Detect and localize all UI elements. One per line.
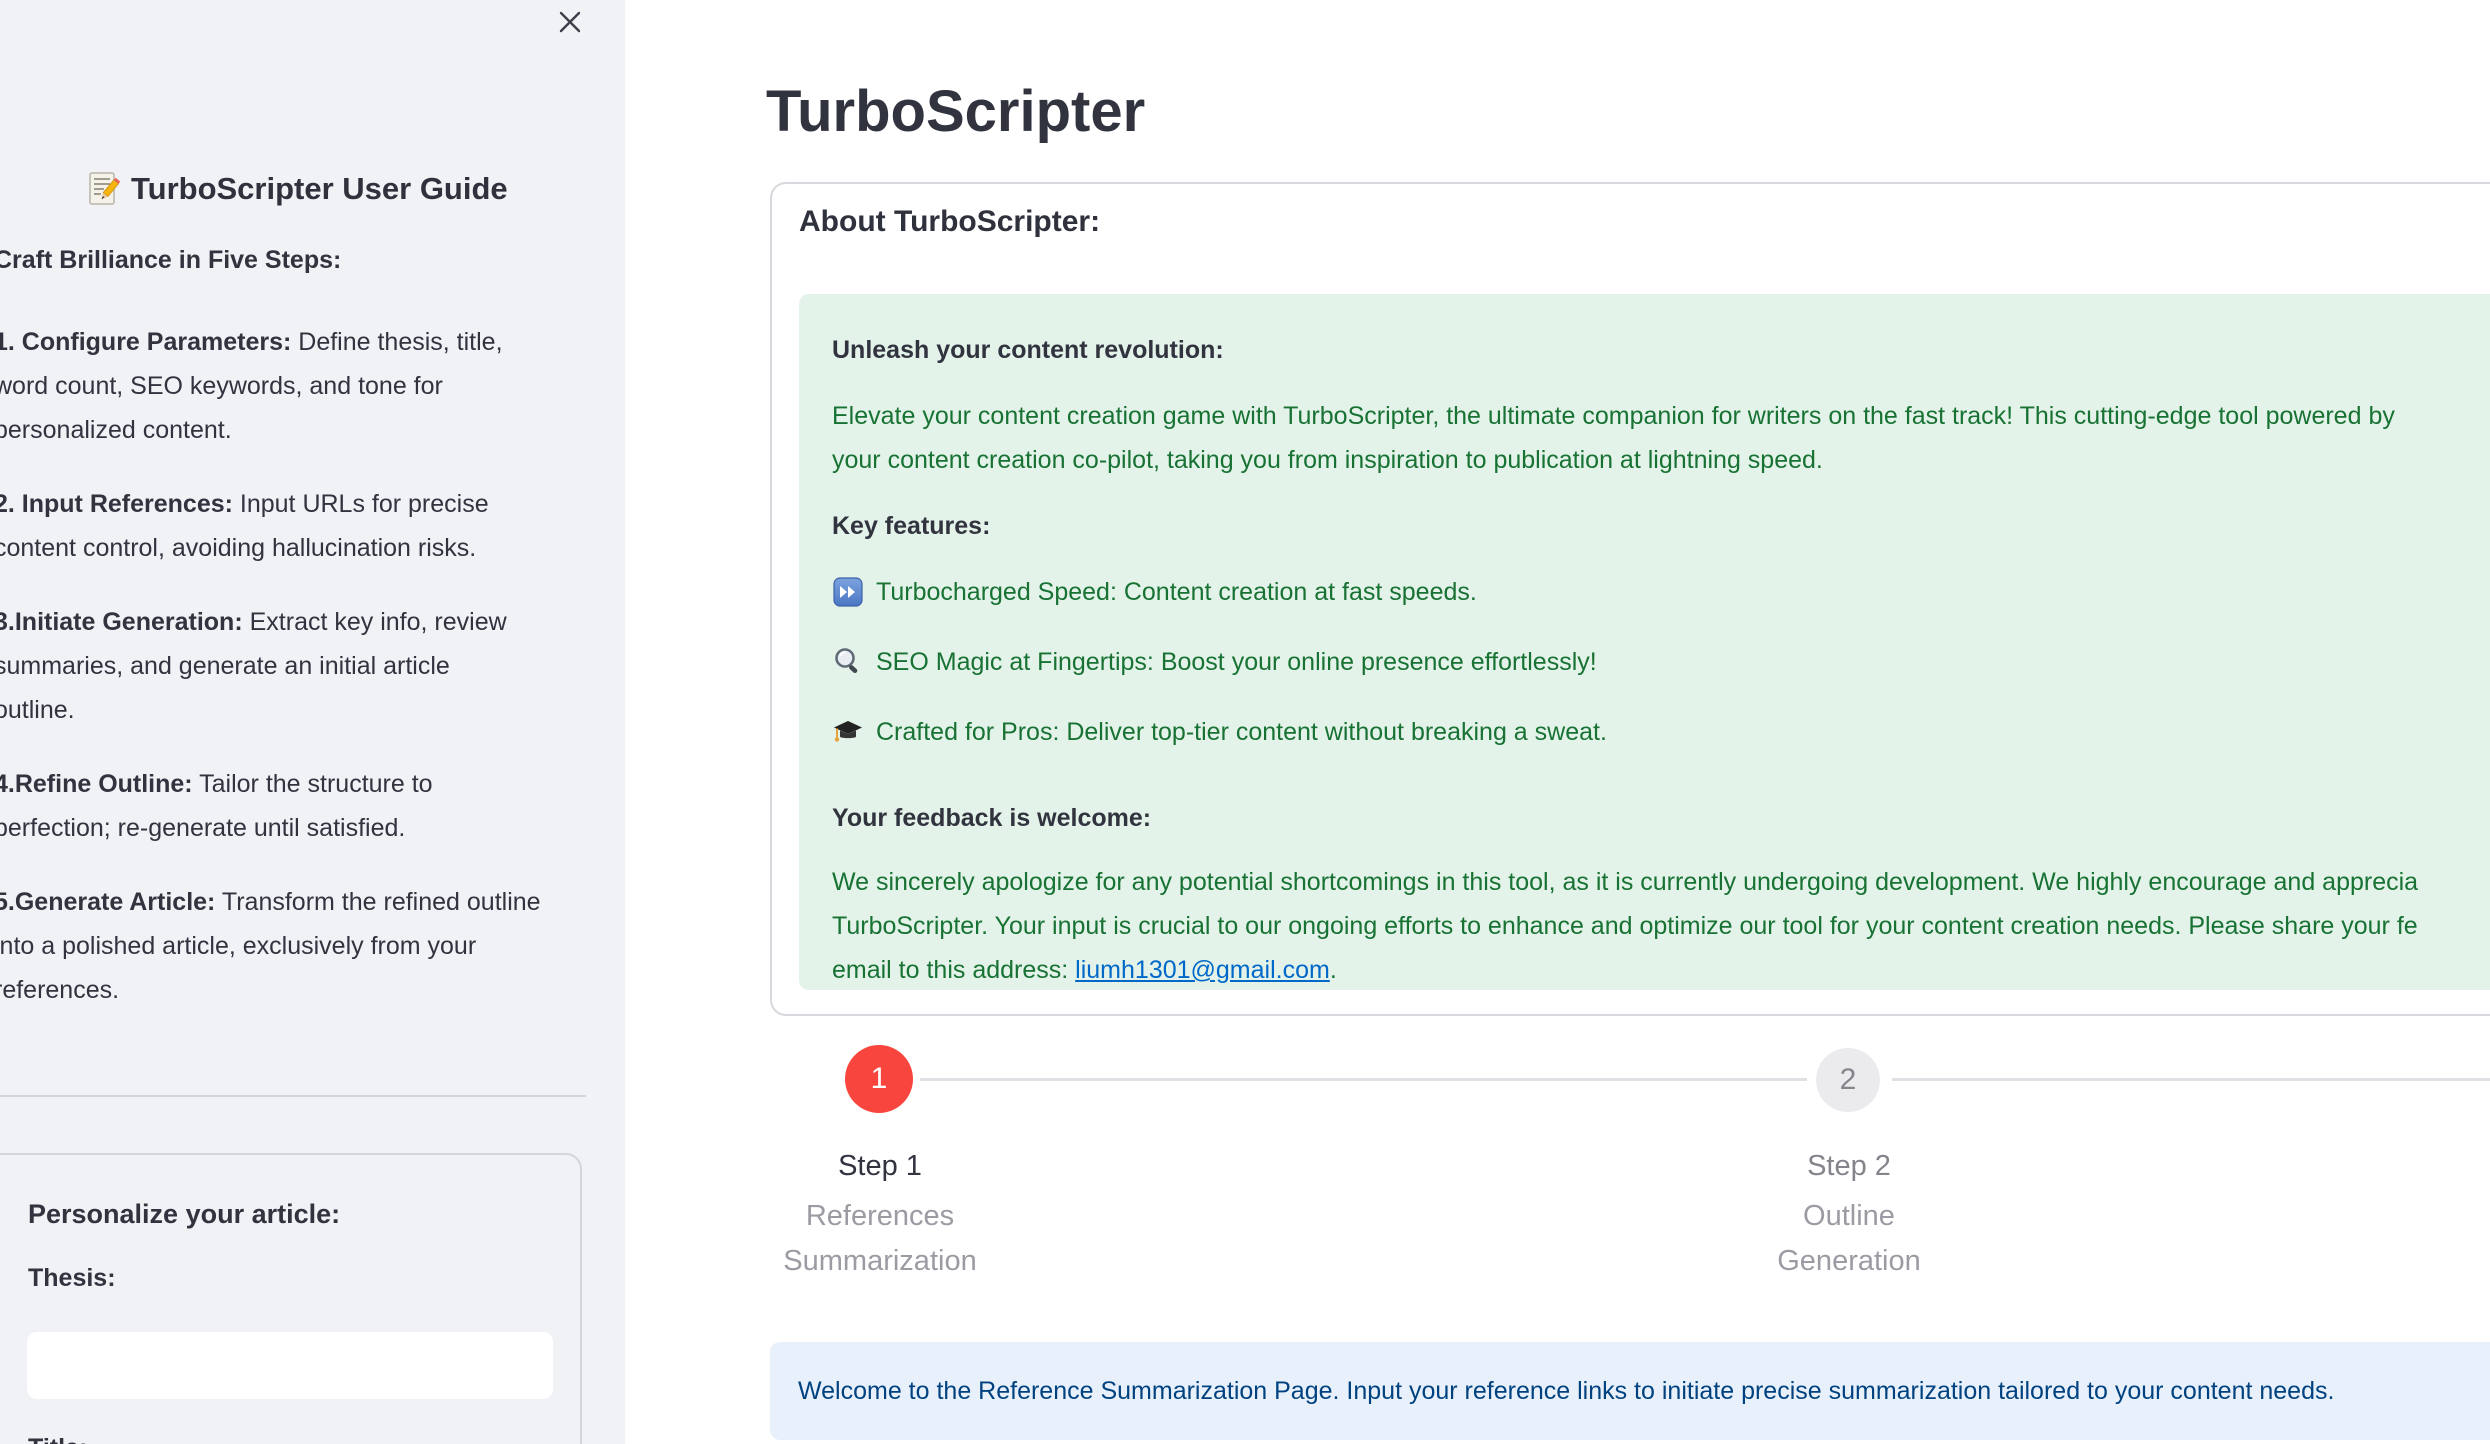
sidebar-divider bbox=[0, 1095, 586, 1097]
step-1-circle: 1 bbox=[845, 1045, 913, 1113]
stepper-connector-1 bbox=[920, 1078, 1807, 1081]
sidebar-intro: Craft Brilliance in Five Steps: bbox=[0, 246, 341, 275]
feedback-heading: Your feedback is welcome: bbox=[832, 796, 2490, 840]
stepper-connector-2 bbox=[1892, 1078, 2490, 1081]
feature-pros: Crafted for Pros: Deliver top-tier conte… bbox=[832, 710, 2490, 754]
fast-forward-icon bbox=[832, 576, 864, 608]
sidebar-guide-steps: 1. Configure Parameters: Define thesis, … bbox=[0, 320, 625, 1042]
features-heading: Key features: bbox=[832, 504, 2490, 548]
unleash-heading: Unleash your content revolution: bbox=[832, 328, 2490, 372]
step-1-labels: Step 1 References Summarization bbox=[783, 1146, 976, 1284]
guide-step-4: 4.Refine Outline: Tailor the structure t… bbox=[0, 762, 625, 850]
step-2-label: Step 2 bbox=[1777, 1146, 1921, 1186]
about-container: About TurboScripter: Unleash your conten… bbox=[770, 182, 2490, 1016]
thesis-input[interactable] bbox=[27, 1332, 553, 1399]
app-root: TurboScripter User Guide Craft Brillianc… bbox=[0, 0, 2490, 1444]
close-icon bbox=[555, 25, 585, 40]
sidebar-title: TurboScripter User Guide bbox=[83, 170, 508, 208]
guide-step-3: 3.Initiate Generation: Extract key info,… bbox=[0, 600, 625, 732]
graduation-cap-icon bbox=[832, 716, 864, 748]
about-success-box: Unleash your content revolution: Elevate… bbox=[799, 294, 2490, 990]
memo-icon bbox=[83, 170, 121, 208]
about-heading: About TurboScripter: bbox=[799, 205, 1100, 239]
magnifier-icon bbox=[832, 646, 864, 678]
unleash-paragraph: Elevate your content creation game with … bbox=[832, 394, 2490, 482]
sidebar-close-button[interactable] bbox=[553, 6, 587, 40]
step-2-labels: Step 2 Outline Generation bbox=[1777, 1146, 1921, 1284]
sidebar-title-text: TurboScripter User Guide bbox=[131, 171, 508, 207]
sidebar: TurboScripter User Guide Craft Brillianc… bbox=[0, 0, 625, 1444]
page-title: TurboScripter bbox=[766, 78, 1145, 145]
guide-step-5: 5.Generate Article: Transform the refine… bbox=[0, 880, 625, 1012]
feedback-paragraph: We sincerely apologize for any potential… bbox=[832, 860, 2490, 990]
feature-seo: SEO Magic at Fingertips: Boost your onli… bbox=[832, 640, 2490, 684]
guide-step-2: 2. Input References: Input URLs for prec… bbox=[0, 482, 625, 570]
welcome-info-box: Welcome to the Reference Summarization P… bbox=[770, 1342, 2490, 1440]
thesis-label: Thesis: bbox=[28, 1264, 116, 1293]
feature-speed: Turbocharged Speed: Content creation at … bbox=[832, 570, 2490, 614]
step-2-circle: 2 bbox=[1816, 1048, 1880, 1112]
personalize-heading: Personalize your article: bbox=[28, 1199, 340, 1230]
email-link[interactable]: liumh1301@gmail.com bbox=[1075, 956, 1330, 984]
welcome-info-text: Welcome to the Reference Summarization P… bbox=[798, 1369, 2334, 1413]
guide-step-1: 1. Configure Parameters: Define thesis, … bbox=[0, 320, 625, 452]
personalize-section: Personalize your article: Thesis: Title: bbox=[0, 1153, 582, 1444]
step-1-label: Step 1 bbox=[783, 1146, 976, 1186]
title-label: Title: bbox=[28, 1434, 87, 1444]
